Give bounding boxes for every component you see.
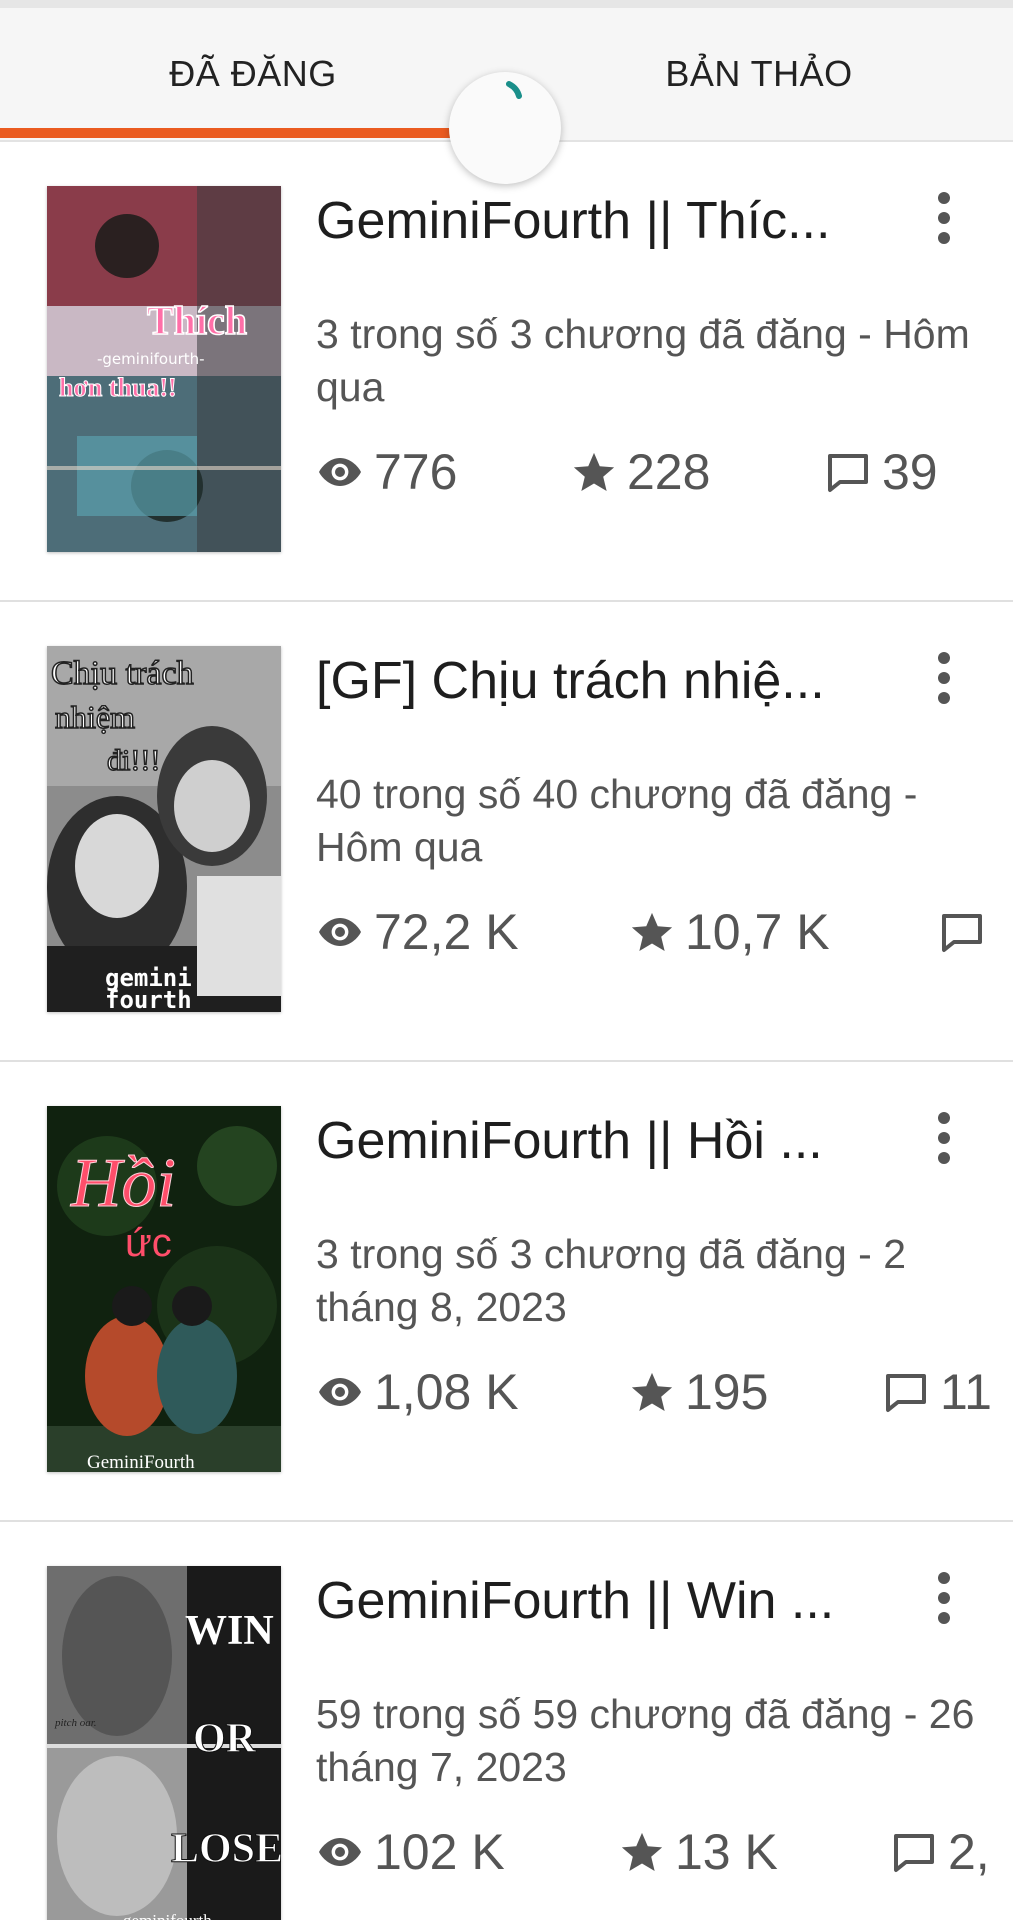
more-options-button[interactable] [918,184,970,256]
story-item[interactable]: Hồi ức GeminiFourth GeminiFourth || Hồi … [0,1062,1013,1522]
story-stats: 72,2 K 10,7 K [316,900,1013,964]
app-screen: ĐÃ ĐĂNG BẢN THẢO Thích -geminifourth- hơ… [0,0,1013,1920]
story-title[interactable]: GeminiFourth || Thíc... [316,190,876,252]
cover-author-text: GeminiFourth [87,1452,195,1472]
comments-count: 39 [882,444,938,500]
cover-title-text-3: đi!!! [107,744,160,777]
star-icon [621,1832,663,1871]
cover-title-text: WIN [185,1608,274,1654]
comments-count: 11 [940,1364,992,1420]
tab-published[interactable]: ĐÃ ĐĂNG [0,8,506,140]
story-cover[interactable]: Hồi ức GeminiFourth [47,1106,281,1472]
cover-author-text-2: fourth [105,986,192,1012]
comments-count: 2, [948,1824,990,1880]
more-options-button[interactable] [918,644,970,716]
eye-icon [319,1838,361,1866]
votes-count: 195 [685,1364,769,1420]
comments-stat: 11 [882,1360,992,1424]
story-cover[interactable]: WIN OR LOSE pitch oar. geminifourth [47,1566,281,1920]
story-meta: 3 trong số 3 chương đã đăng - Hôm qua [316,311,970,410]
views-stat: 776 [316,440,457,504]
views-stat: 72,2 K [316,900,519,964]
comments-stat: 2, [890,1820,990,1884]
views-stat: 102 K [316,1820,505,1884]
star-icon [631,1372,673,1411]
story-list: Thích -geminifourth- hơn thua!! GeminiFo… [0,142,1013,1920]
story-item[interactable]: Thích -geminifourth- hơn thua!! GeminiFo… [0,142,1013,602]
cover-title-text: Thích [147,298,247,343]
cover-title-text-3: LOSE [171,1826,281,1872]
votes-stat: 13 K [619,1820,778,1884]
cover-title-text: Hồi [70,1145,176,1222]
cover-title-text: Chịu trách [51,655,194,692]
story-stats: 1,08 K 195 11 [316,1360,1013,1424]
tab-drafts[interactable]: BẢN THẢO [506,8,1012,140]
story-title[interactable]: [GF] Chịu trách nhiệ... [316,650,876,712]
cover-note-text: pitch oar. [54,1717,97,1729]
votes-stat: 228 [571,440,710,504]
eye-icon [319,458,361,486]
story-item[interactable]: Chịu trách nhiệm đi!!! gemini fourth [GF… [0,602,1013,1062]
more-options-button[interactable] [918,1104,970,1176]
eye-icon [319,918,361,946]
tab-drafts-label: BẢN THẢO [665,53,853,94]
votes-stat: 195 [629,1360,768,1424]
tab-published-label: ĐÃ ĐĂNG [169,53,337,94]
cover-subtitle-text: hơn thua!! [59,373,177,402]
comment-icon [894,1834,934,1872]
story-title[interactable]: GeminiFourth || Win ... [316,1570,876,1632]
spinner-icon [506,81,522,99]
more-options-button[interactable] [918,1564,970,1636]
cover-subtitle-text: ức [125,1221,172,1265]
story-cover[interactable]: Chịu trách nhiệm đi!!! gemini fourth [47,646,281,1012]
comment-icon [886,1374,926,1412]
votes-count: 10,7 K [685,904,830,960]
more-vertical-icon [938,1112,950,1164]
comment-icon [942,914,982,952]
cover-title-text-2: nhiệm [55,699,135,735]
story-stats: 776 228 39 [316,440,1013,504]
more-vertical-icon [938,192,950,244]
votes-count: 228 [627,444,711,500]
more-vertical-icon [938,652,950,704]
views-stat: 1,08 K [316,1360,519,1424]
refresh-spinner [449,72,561,184]
cover-author-text: geminifourth [123,1911,212,1920]
votes-stat: 10,7 K [629,900,830,964]
story-meta: 40 trong số 40 chương đã đăng - Hôm qua [316,771,918,870]
comment-icon [828,454,868,492]
story-meta: 3 trong số 3 chương đã đăng - 2 tháng 8,… [316,1231,906,1330]
comments-stat: 39 [824,440,938,504]
story-cover[interactable]: Thích -geminifourth- hơn thua!! [47,186,281,552]
story-item[interactable]: WIN OR LOSE pitch oar. geminifourth Gemi… [0,1522,1013,1920]
story-meta: 59 trong số 59 chương đã đăng - 26 tháng… [316,1691,975,1790]
story-stats: 102 K 13 K 2, [316,1820,1013,1884]
votes-count: 13 K [675,1824,778,1880]
views-count: 776 [374,444,458,500]
status-strip [0,0,1013,8]
cover-author-text: -geminifourth- [97,350,205,368]
views-count: 102 K [374,1824,505,1880]
cover-title-text-2: OR [193,1716,257,1762]
tab-active-indicator [0,128,452,138]
eye-icon [319,1378,361,1406]
more-vertical-icon [938,1572,950,1624]
star-icon [573,452,615,491]
story-title[interactable]: GeminiFourth || Hồi ... [316,1110,876,1172]
views-count: 72,2 K [374,904,519,960]
star-icon [631,912,673,951]
views-count: 1,08 K [374,1364,519,1420]
comments-stat [938,900,996,964]
